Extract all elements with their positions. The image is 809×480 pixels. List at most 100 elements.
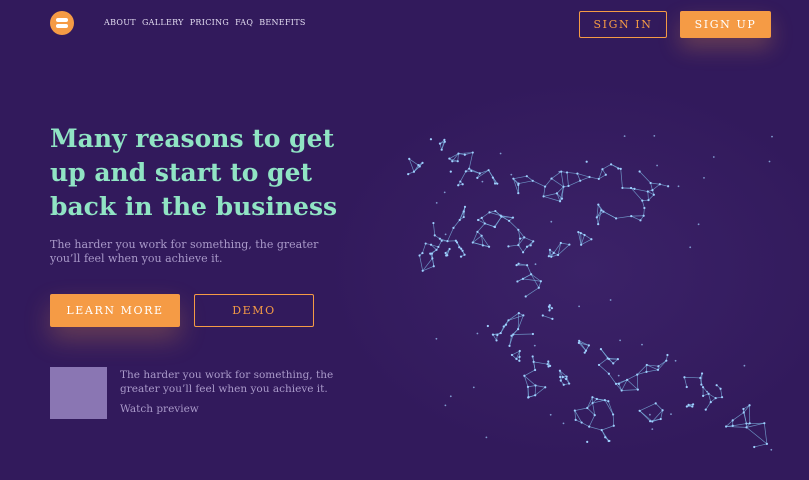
mesh-node [583, 234, 585, 236]
mesh-node [495, 339, 497, 341]
mesh-node [649, 420, 651, 422]
mesh-node [508, 220, 510, 222]
mesh-node [487, 325, 489, 327]
mesh-node [557, 254, 559, 256]
mesh-node [561, 198, 563, 200]
mesh-node [492, 333, 494, 335]
mesh-line [764, 423, 767, 444]
mesh-line [517, 274, 531, 281]
mesh-node [749, 422, 751, 424]
mesh-node [588, 176, 590, 178]
mesh-node [667, 185, 669, 187]
mesh-line [482, 212, 490, 217]
mesh-node [463, 254, 465, 256]
mesh-node [507, 319, 509, 321]
mesh-node [523, 236, 525, 238]
mesh-node [565, 375, 567, 377]
mesh-node [686, 386, 688, 388]
mesh-node [441, 240, 443, 242]
mesh-line [518, 245, 523, 252]
mesh-line [508, 245, 518, 246]
nav-faq[interactable]: FAQ [235, 18, 253, 27]
mesh-line [543, 316, 553, 319]
mesh-line [613, 414, 614, 425]
mesh-node [515, 264, 517, 266]
mesh-node [617, 358, 619, 360]
mesh-node [657, 369, 659, 371]
mesh-node [586, 407, 588, 409]
mesh-node [527, 386, 529, 388]
learn-more-button[interactable]: LEARN MORE [50, 294, 180, 327]
mesh-node [716, 384, 718, 386]
mesh-node [523, 375, 525, 377]
mesh-line [656, 403, 663, 410]
nav-gallery[interactable]: GALLERY [142, 18, 184, 27]
mesh-node [598, 178, 600, 180]
mesh-node [604, 436, 606, 438]
mesh-node [666, 354, 668, 356]
mesh-node [431, 253, 433, 255]
mesh-line [754, 444, 767, 447]
mesh-line [703, 387, 709, 394]
mesh-line [422, 244, 425, 254]
mesh-node [686, 405, 688, 407]
mesh-line [589, 427, 602, 430]
sign-in-button[interactable]: SIGN IN [579, 11, 667, 38]
mesh-node [407, 173, 409, 175]
mesh-line [552, 179, 564, 187]
mesh-line [637, 375, 638, 390]
mesh-node [608, 373, 610, 375]
mesh-node [517, 229, 519, 231]
mesh-node [586, 161, 588, 163]
mesh-node [576, 172, 578, 174]
mesh-line [602, 164, 611, 169]
mesh-line [477, 224, 484, 232]
watch-preview-link[interactable]: Watch preview [120, 403, 199, 415]
mesh-node [579, 180, 581, 182]
mesh-node [607, 357, 609, 359]
mesh-node [425, 242, 427, 244]
mesh-node [548, 309, 550, 311]
mesh-node [581, 421, 583, 423]
logo-icon[interactable] [50, 11, 74, 35]
mesh-node [600, 348, 602, 350]
mesh-node [699, 377, 701, 379]
particle-dot [486, 437, 488, 439]
mesh-node [550, 177, 552, 179]
nav-pricing[interactable]: PRICING [190, 18, 229, 27]
mesh-node [418, 254, 420, 256]
mesh-line [651, 183, 660, 184]
mesh-node [476, 177, 478, 179]
preview-thumbnail[interactable] [50, 367, 107, 419]
mesh-line [733, 413, 744, 421]
mesh-node [563, 384, 565, 386]
mesh-node [526, 175, 528, 177]
mesh-line [509, 221, 518, 230]
sign-up-button[interactable]: SIGN UP [680, 11, 771, 38]
mesh-node [620, 168, 622, 170]
mesh-line [646, 370, 658, 372]
mesh-node [534, 369, 536, 371]
mesh-line [684, 377, 700, 378]
mesh-node [517, 328, 519, 330]
mesh-node [601, 429, 603, 431]
mesh-node [659, 183, 661, 185]
mesh-node [605, 174, 607, 176]
mesh-line [449, 154, 458, 159]
mesh-node [580, 244, 582, 246]
nav-benefits[interactable]: BENEFITS [259, 18, 306, 27]
mesh-line [527, 265, 531, 274]
mesh-node [547, 360, 549, 362]
mesh-node [650, 182, 652, 184]
mesh-node [432, 222, 434, 224]
mesh-node [613, 425, 615, 427]
nav-about[interactable]: ABOUT [104, 18, 136, 27]
mesh-node [559, 200, 561, 202]
mesh-line [544, 187, 545, 197]
mesh-node [637, 389, 639, 391]
mesh-node [544, 386, 546, 388]
mesh-line [747, 427, 767, 443]
mesh-node [460, 248, 462, 250]
mesh-node [526, 246, 528, 248]
demo-button[interactable]: DEMO [194, 294, 314, 327]
